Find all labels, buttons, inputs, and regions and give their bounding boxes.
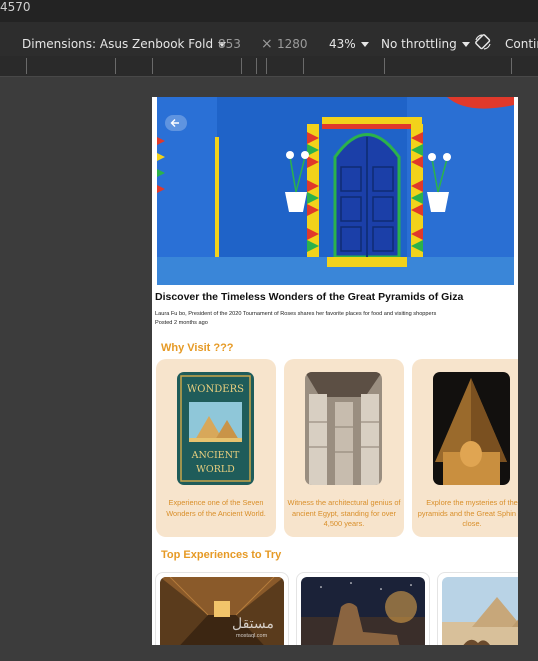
chevron-down-icon: [360, 42, 369, 47]
why-visit-card[interactable]: Explore the mysteries of the pyramids an…: [412, 359, 518, 537]
process-id: 4570: [0, 0, 31, 14]
book-title-bottom: WORLD: [196, 464, 235, 475]
experience-card[interactable]: [296, 572, 430, 645]
book-title-top: WONDERS: [187, 384, 244, 395]
rotate-icon[interactable]: [474, 33, 492, 51]
article-title: Discover the Timeless Wonders of the Gre…: [155, 291, 464, 303]
article-timestamp: Posted 2 months ago: [155, 320, 208, 326]
card-text: Witness the architectural genius of anci…: [287, 498, 401, 529]
hero-image: [157, 97, 514, 285]
experience-card[interactable]: [155, 572, 289, 645]
wonders-book-image: WONDERS ANCIENT WORLD: [177, 372, 254, 485]
chevron-down-icon: [461, 42, 470, 47]
back-arrow-icon[interactable]: [165, 115, 187, 131]
sphinx-night-image: [433, 372, 510, 485]
card-text: Experience one of the Seven Wonders of t…: [166, 498, 266, 518]
dimensions-label: Dimensions: Asus Zenbook Fold: [22, 37, 214, 51]
card-text: Explore the mysteries of the pyramids an…: [417, 498, 518, 529]
watermark-url: mostaql.com: [236, 633, 268, 639]
temple-columns-image: [305, 372, 382, 485]
why-visit-card[interactable]: Witness the architectural genius of anci…: [284, 359, 404, 537]
article-description: Laura Fu bo, President of the 2020 Tourn…: [155, 311, 437, 317]
why-visit-heading: Why Visit ???: [161, 342, 234, 354]
device-viewport: Discover the Timeless Wonders of the Gre…: [152, 97, 518, 645]
sphinx-stars-image: [301, 577, 425, 645]
devtools-top-strip: 4570: [0, 0, 538, 22]
experience-card[interactable]: [437, 572, 518, 645]
watermark: مستقل: [232, 615, 274, 631]
throttling-label: No throttling: [381, 37, 457, 51]
camel-pyramids-image: [442, 577, 518, 645]
top-experiences-heading: Top Experiences to Try: [161, 549, 282, 561]
book-title-mid: ANCIENT: [191, 450, 240, 461]
media-query-ruler: [0, 56, 538, 77]
why-visit-card[interactable]: WONDERS ANCIENT WORLD Experience one of …: [156, 359, 276, 537]
zoom-label: 43%: [329, 37, 356, 51]
device-toolbar: Dimensions: Asus Zenbook Fold 853 × 1280…: [0, 22, 538, 57]
